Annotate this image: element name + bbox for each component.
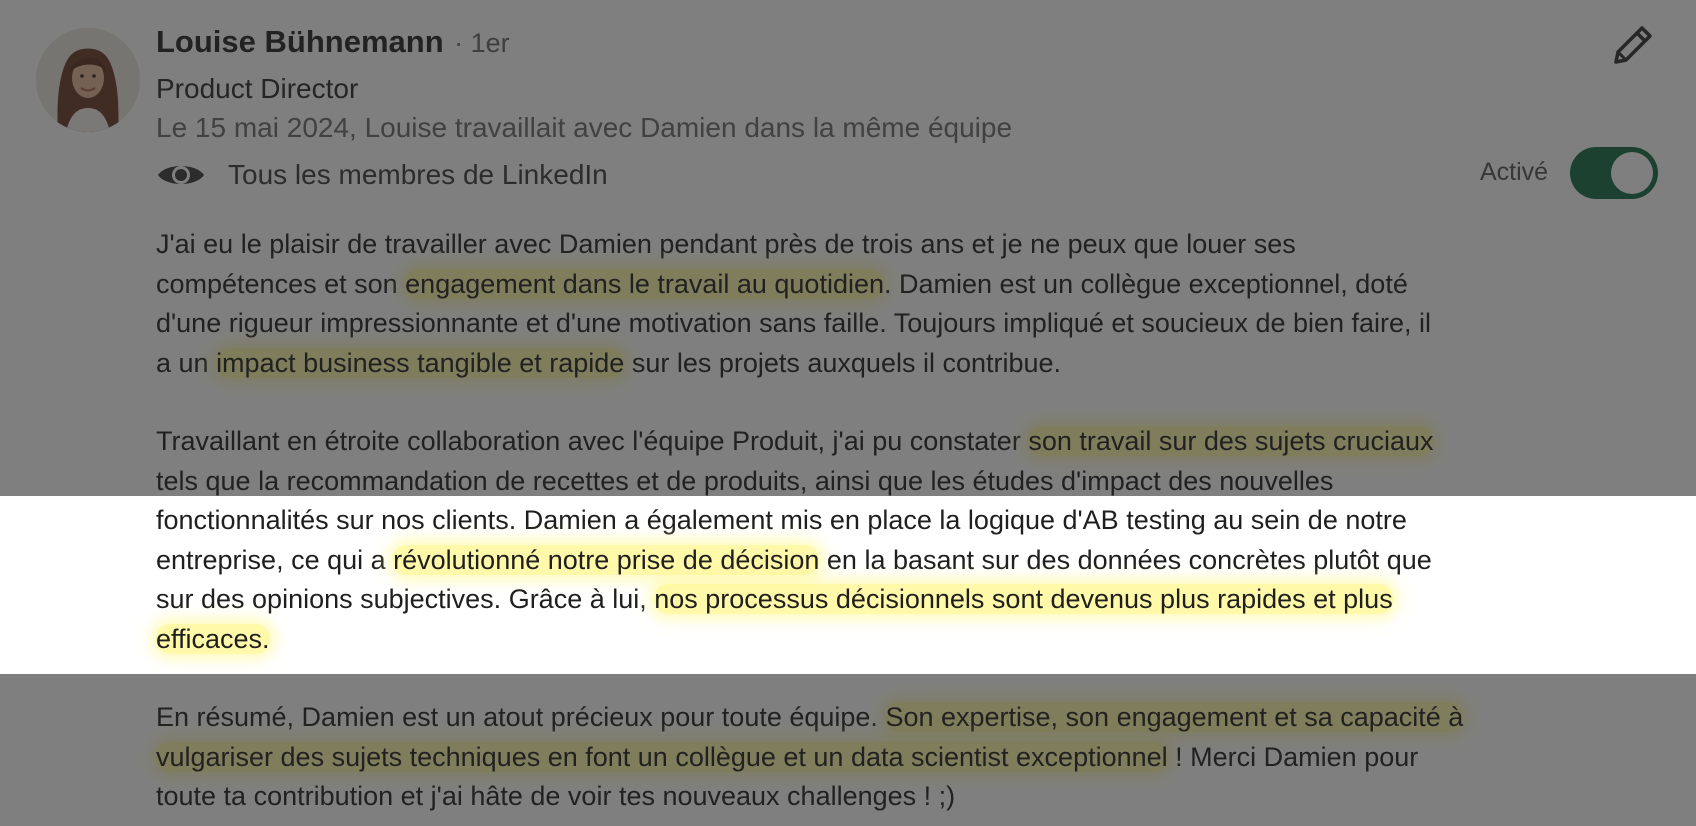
text-segment: d'une rigueur impressionnante et d'une m… — [156, 308, 1432, 338]
text-line: J'ai eu le plaisir de travailler avec Da… — [156, 225, 1656, 265]
text-segment: . Damien est un collègue exceptionnel, d… — [884, 268, 1408, 299]
text-segment: en la basant sur des données concrètes p… — [819, 544, 1432, 575]
text-segment: sur les projets auxquels il contribue. — [624, 347, 1062, 378]
eye-icon — [156, 160, 206, 190]
text-segment: En résumé, Damien est un atout précieux … — [156, 702, 886, 732]
relationship-context: Le 15 mai 2024, Louise travaillait avec … — [156, 112, 1013, 143]
highlighted-text: révolutionné notre prise de décision — [393, 544, 820, 575]
pencil-icon[interactable] — [1606, 20, 1658, 72]
text-line: En résumé, Damien est un atout précieux … — [156, 698, 1656, 738]
recommendation-card: Louise Bühnemann · 1er Product Director … — [0, 0, 1696, 826]
text-line: entreprise, ce qui a révolutionné notre … — [156, 541, 1656, 581]
text-segment: entreprise, ce qui a — [156, 544, 394, 575]
author-name[interactable]: Louise Bühnemann — [156, 24, 444, 59]
highlighted-text: Son expertise, son engagement et sa capa… — [885, 702, 1464, 732]
text-line: d'une rigueur impressionnante et d'une m… — [156, 304, 1656, 344]
text-segment: tels que la recommandation de recettes e… — [156, 465, 1334, 496]
text-segment: Travaillant en étroite collaboration ave… — [156, 426, 1029, 456]
highlighted-text: son travail sur des sujets cruciaux — [1028, 426, 1434, 456]
toggle-knob — [1611, 152, 1653, 194]
text-segment: J'ai eu le plaisir de travailler avec Da… — [156, 229, 1296, 259]
highlighted-text: engagement dans le travail au quotidien — [405, 268, 884, 299]
highlighted-text: nos processus décisionnels sont devenus … — [654, 584, 1393, 614]
highlighted-text: efficaces. — [156, 623, 270, 654]
text-line: efficaces. — [156, 620, 1656, 660]
text-line: tels que la recommandation de recettes e… — [156, 462, 1656, 502]
profile-photo — [36, 28, 140, 132]
recommendation-paragraph-3: En résumé, Damien est un atout précieux … — [156, 698, 1656, 817]
text-segment: sur des opinions subjectives. Grâce à lu… — [156, 584, 655, 614]
toggle-label: Activé — [1480, 158, 1549, 186]
text-segment: fonctionnalités sur nos clients. Damien … — [156, 505, 1407, 535]
text-line: a un impact business tangible et rapide … — [156, 344, 1656, 384]
text-line: compétences et son engagement dans le tr… — [156, 265, 1656, 305]
text-line: Travaillant en étroite collaboration ave… — [156, 422, 1656, 462]
text-line: sur des opinions subjectives. Grâce à lu… — [156, 580, 1656, 620]
text-line: fonctionnalités sur nos clients. Damien … — [156, 501, 1656, 541]
recommendation-paragraph-1: J'ai eu le plaisir de travailler avec Da… — [156, 225, 1656, 383]
recommendation-paragraph-2: Travaillant en étroite collaboration ave… — [156, 422, 1656, 659]
author-name-line: Louise Bühnemann · 1er — [156, 24, 510, 68]
connection-degree: · 1er — [454, 28, 510, 58]
text-segment: ! Merci Damien pour — [1167, 741, 1419, 772]
text-segment: compétences et son — [156, 268, 406, 299]
visibility-toggle[interactable] — [1570, 147, 1658, 199]
visibility-setting: Tous les membres de LinkedIn — [156, 155, 608, 195]
text-line: toute ta contribution et j'ai hâte de vo… — [156, 777, 1656, 817]
text-segment: a un — [156, 347, 217, 378]
text-line: vulgariser des sujets techniques en font… — [156, 738, 1656, 778]
author-headline: Product Director — [156, 73, 359, 104]
visibility-label: Tous les membres de LinkedIn — [228, 159, 608, 190]
highlighted-text: impact business tangible et rapide — [216, 347, 625, 378]
avatar[interactable] — [36, 28, 140, 132]
highlighted-text: vulgariser des sujets techniques en font… — [156, 741, 1168, 772]
text-segment: toute ta contribution et j'ai hâte de vo… — [156, 781, 956, 811]
